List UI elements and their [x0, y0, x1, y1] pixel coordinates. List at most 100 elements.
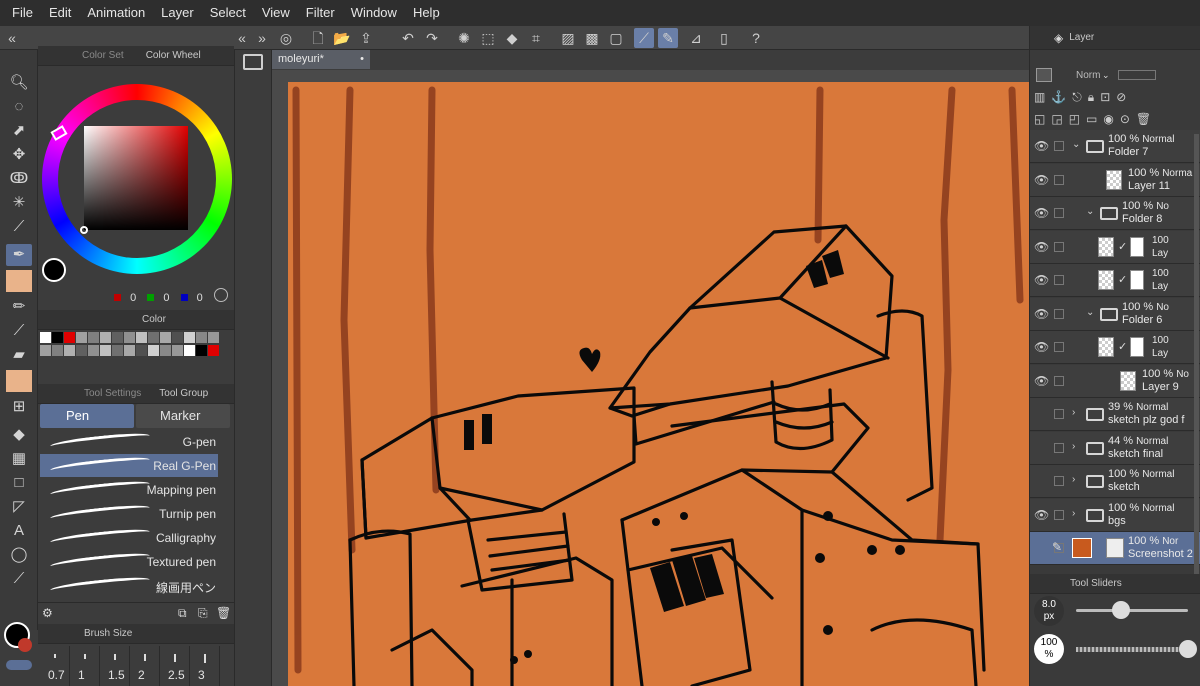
palette-icon[interactable]: ▥: [1034, 90, 1051, 104]
layer-check[interactable]: [1054, 375, 1064, 386]
layer-row[interactable]: 👁︎ ⌄ 100 % Normal Folder 7: [1030, 130, 1200, 163]
brush-size-cell[interactable]: 0.7: [40, 646, 70, 686]
size-slider-thumb[interactable]: [1111, 601, 1130, 619]
color-settings-icon[interactable]: [214, 288, 228, 302]
ruler-tool-icon[interactable]: ◸: [6, 496, 32, 518]
layer-row[interactable]: 👁︎ ⌄ 100 % No Folder 8: [1030, 197, 1200, 230]
palette-swatch[interactable]: [88, 345, 99, 356]
canvas-area[interactable]: [272, 70, 1029, 686]
tab-tool-group[interactable]: Tool Group: [147, 384, 214, 404]
tab-color-set[interactable]: Color Set: [38, 46, 130, 66]
deselect-icon[interactable]: ▨: [558, 28, 578, 48]
copy-icon[interactable]: ⎘: [198, 606, 208, 621]
eye-icon[interactable]: 👁︎: [1034, 340, 1049, 354]
chevron-right-icon[interactable]: ›: [1072, 474, 1075, 485]
chevron-down-icon[interactable]: ⌄: [1086, 307, 1094, 318]
palette-swatch[interactable]: [136, 332, 147, 343]
layer-check[interactable]: [1054, 275, 1064, 285]
figure-icon[interactable]: □: [6, 472, 32, 494]
brush-item[interactable]: 線画用ペン: [40, 574, 218, 597]
delete-layer-icon[interactable]: 🗑︎: [1136, 112, 1157, 126]
layer-row[interactable]: 👁︎ 100 % No Layer 9: [1030, 364, 1200, 398]
palette-swatch[interactable]: [148, 345, 159, 356]
new-file-icon[interactable]: 🗋: [308, 28, 328, 48]
eye-icon[interactable]: 👁︎: [1034, 273, 1049, 287]
transparent-icon[interactable]: [6, 660, 32, 670]
brush-size-cell[interactable]: 1.5: [100, 646, 130, 686]
chevron-right-icon[interactable]: ›: [1072, 441, 1075, 452]
eye-icon[interactable]: 👁︎: [1034, 173, 1049, 187]
correct-line-icon[interactable]: ⟋: [634, 28, 654, 48]
stabilizer-icon[interactable]: ✎: [658, 28, 678, 48]
document-tab[interactable]: moleyuri* •: [272, 50, 370, 69]
layer-color-swatch[interactable]: [1036, 68, 1052, 82]
layer-row[interactable]: 👁︎ › 100 % Normal bgs: [1030, 498, 1200, 532]
menu-view[interactable]: View: [254, 0, 298, 26]
layer-row[interactable]: ✎ 100 % Nor Screenshot 2: [1030, 532, 1200, 565]
mask-add-icon[interactable]: ◉: [1103, 112, 1119, 126]
palette-swatch[interactable]: [88, 332, 99, 343]
layer-row[interactable]: 👁︎ ⌄ 100 % No Folder 6: [1030, 297, 1200, 331]
palette-swatch[interactable]: [76, 345, 87, 356]
layer-check[interactable]: [1054, 476, 1064, 486]
palette-swatch[interactable]: [64, 332, 75, 343]
zoom-icon[interactable]: 🔍︎: [6, 72, 32, 94]
brush-item[interactable]: Turnip pen: [40, 502, 218, 525]
duplicate-icon[interactable]: ⧉: [178, 606, 187, 621]
help-icon[interactable]: ?: [746, 28, 766, 48]
chevron-down-icon[interactable]: ⌄: [1072, 139, 1080, 150]
tab-tool-sliders[interactable]: Tool Sliders: [1030, 574, 1128, 594]
layer-check[interactable]: [1054, 308, 1064, 319]
layer-check[interactable]: [1054, 208, 1064, 218]
sub-color-swatch[interactable]: [18, 638, 32, 652]
loading-icon[interactable]: ✺: [454, 28, 474, 48]
palette-swatch[interactable]: [160, 345, 171, 356]
palette-swatch[interactable]: [124, 345, 135, 356]
brush-size-cell[interactable]: 3: [190, 646, 220, 686]
menu-edit[interactable]: Edit: [41, 0, 79, 26]
gradient-icon[interactable]: ▦: [6, 448, 32, 470]
color-palette[interactable]: [40, 332, 230, 368]
eye-icon[interactable]: 👁︎: [1034, 508, 1049, 522]
avatar-icon-2[interactable]: [6, 370, 32, 392]
tab-layer[interactable]: Layer: [1063, 28, 1100, 48]
palette-swatch[interactable]: [52, 345, 63, 356]
layer-check[interactable]: [1054, 342, 1064, 352]
layer-row[interactable]: › 39 % Normal sketch plz god f: [1030, 398, 1200, 431]
brush-item[interactable]: G-pen: [40, 430, 218, 453]
camera-icon[interactable]: ⊙: [1120, 112, 1136, 126]
palette-swatch[interactable]: [52, 332, 63, 343]
opacity-slider-track[interactable]: [1076, 647, 1188, 652]
layer-check[interactable]: [1054, 409, 1064, 419]
eye-icon[interactable]: 👁︎: [1034, 206, 1049, 220]
mask-icon[interactable]: ⊘: [1116, 90, 1132, 104]
brush-size-cell[interactable]: 2.5: [160, 646, 190, 686]
logo-icon[interactable]: ◎: [276, 28, 296, 48]
new-vector-icon[interactable]: ◲: [1051, 112, 1068, 126]
eye-icon[interactable]: 👁︎: [1034, 240, 1049, 254]
undo-icon[interactable]: ↶: [398, 28, 418, 48]
palette-swatch[interactable]: [112, 332, 123, 343]
ref-icon[interactable]: ⊡: [1100, 90, 1116, 104]
palette-swatch[interactable]: [76, 332, 87, 343]
palette-swatch[interactable]: [172, 332, 183, 343]
close-tab-icon[interactable]: •: [360, 50, 364, 69]
palette-swatch[interactable]: [40, 332, 51, 343]
canvas-drawing[interactable]: [272, 70, 1029, 686]
palette-swatch[interactable]: [208, 332, 219, 343]
layer-scrollbar[interactable]: [1194, 134, 1199, 574]
folder-icon[interactable]: ▭: [1086, 112, 1103, 126]
brush-item[interactable]: Textured pen: [40, 550, 218, 573]
export-icon[interactable]: ⇪: [356, 28, 376, 48]
opacity-field[interactable]: [1118, 70, 1156, 80]
selection-icon[interactable]: ▢: [606, 28, 626, 48]
menu-file[interactable]: File: [4, 0, 41, 26]
eraser-icon[interactable]: ▰: [6, 344, 32, 366]
move-icon[interactable]: ✥: [6, 144, 32, 166]
collapse-left-icon-2[interactable]: «: [232, 28, 252, 48]
brush-icon[interactable]: ⟋: [6, 320, 32, 342]
balloon-icon[interactable]: ◯: [6, 544, 32, 566]
palette-swatch[interactable]: [160, 332, 171, 343]
layer-row[interactable]: › 100 % Normal sketch: [1030, 465, 1200, 498]
tab-tool-settings[interactable]: Tool Settings: [38, 384, 147, 404]
